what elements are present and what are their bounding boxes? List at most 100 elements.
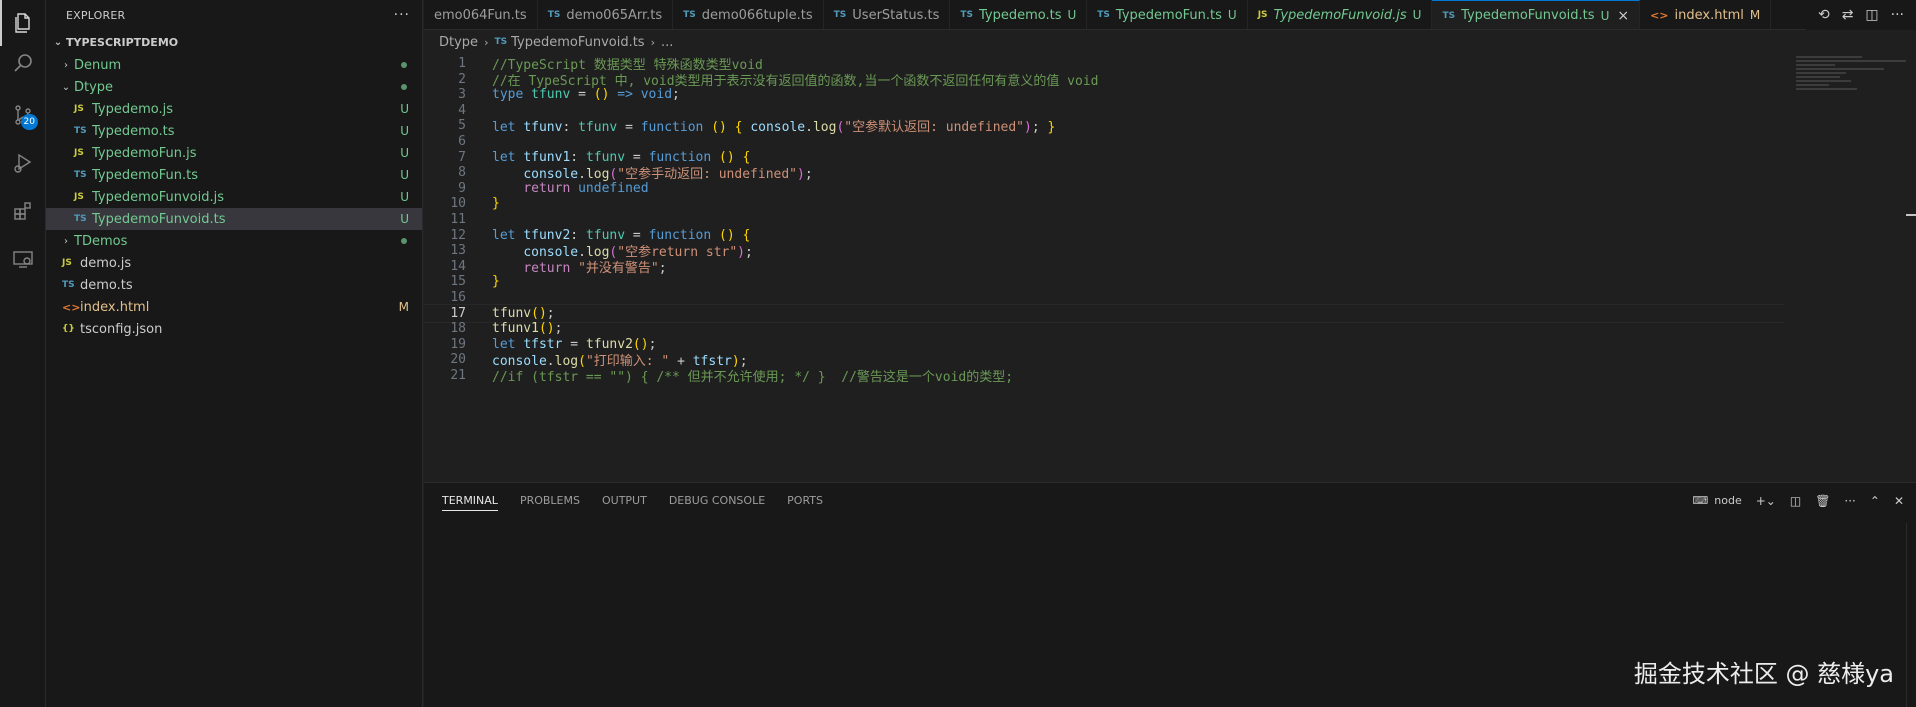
- activity-bar: 20: [0, 0, 46, 707]
- scrollbar-cursor-marker: [1906, 214, 1916, 216]
- js-file-icon: JS: [62, 258, 72, 268]
- tab-label: TypedemoFunvoid.ts: [1461, 8, 1595, 23]
- code-editor[interactable]: 1//TypeScript 数据类型 特殊函数类型void 2//在 TypeSc…: [424, 54, 1916, 482]
- extensions-icon[interactable]: [0, 188, 46, 234]
- maximize-panel-icon[interactable]: ⌃: [1870, 494, 1880, 508]
- tree-item-label: demo.ts: [80, 277, 133, 293]
- modified-dot: [401, 84, 407, 90]
- terminal-name: node: [1714, 494, 1742, 507]
- close-panel-icon[interactable]: ✕: [1894, 494, 1904, 508]
- breadcrumb-file[interactable]: TypedemoFunvoid.ts: [511, 35, 645, 50]
- panel-tab-ports[interactable]: PORTS: [787, 486, 823, 515]
- more-icon[interactable]: ···: [1844, 494, 1855, 508]
- source-control-icon[interactable]: 20: [0, 92, 46, 138]
- breadcrumb: Dtype › TS TypedemoFunvoid.ts › ...: [424, 30, 1916, 54]
- editor-tab[interactable]: <> index.html M: [1640, 0, 1772, 29]
- editor-tab[interactable]: JS TypedemoFunvoid.js U: [1248, 0, 1433, 29]
- more-icon[interactable]: ···: [1891, 7, 1904, 23]
- tab-label: emo064Fun.ts: [434, 7, 527, 23]
- tab-git-status: M: [1749, 8, 1761, 22]
- source-control-badge: 20: [20, 114, 38, 130]
- tree-item-label: tsconfig.json: [80, 321, 163, 337]
- tree-item-label: Denum: [74, 57, 122, 73]
- breadcrumb-folder[interactable]: Dtype: [439, 35, 478, 50]
- ts-file-icon: TS: [62, 280, 75, 290]
- panel-tab-debug-console[interactable]: DEBUG CONSOLE: [669, 486, 765, 515]
- minimap[interactable]: [1796, 54, 1906, 114]
- ts-file-icon: TS: [833, 10, 847, 20]
- code-token: //if (tfstr == "") { /** 但并不允许使用; */ } /…: [492, 370, 1014, 385]
- tree-file[interactable]: JS Typedemo.js U: [46, 98, 422, 120]
- html-file-icon: <>: [62, 300, 81, 314]
- tree-folder[interactable]: ⌄ Dtype: [46, 76, 422, 98]
- new-terminal-icon[interactable]: +⌄: [1756, 494, 1776, 508]
- tab-label: demo066tuple.ts: [701, 7, 813, 23]
- html-file-icon: <>: [1650, 8, 1669, 22]
- git-status-badge: U: [400, 190, 409, 204]
- file-tree: › Denum ⌄ Dtype JS Typedemo.js U TS Typedemo.ts U…: [46, 54, 422, 340]
- explorer-title: EXPLORER: [66, 8, 126, 22]
- workspace-section[interactable]: ⌄ TYPESCRIPTDEMO: [46, 30, 422, 54]
- editor-tab[interactable]: TS TypedemoFun.ts U: [1087, 0, 1248, 29]
- tree-file[interactable]: JS TypedemoFunvoid.js U: [46, 186, 422, 208]
- terminal-selector[interactable]: ⌨ node: [1692, 494, 1741, 507]
- editor-tab[interactable]: TS TypedemoFunvoid.ts U ×: [1432, 0, 1641, 29]
- ts-file-icon: TS: [494, 37, 508, 47]
- workspace-name: TYPESCRIPTDEMO: [66, 35, 179, 49]
- tree-item-label: TypedemoFunvoid.js: [92, 189, 224, 205]
- tree-folder[interactable]: › Denum: [46, 54, 422, 76]
- code-line[interactable]: 21 //if (tfstr == "") { /** 但并不允许使用; */ }…: [424, 366, 1784, 385]
- tree-folder[interactable]: › TDemos: [46, 230, 422, 252]
- tree-file[interactable]: JS demo.js: [46, 252, 422, 274]
- tab-label: TypedemoFun.ts: [1115, 7, 1222, 23]
- ts-file-icon: TS: [74, 214, 87, 224]
- tree-file[interactable]: TS Typedemo.ts U: [46, 120, 422, 142]
- editor-tab[interactable]: TS demo066tuple.ts: [673, 0, 824, 29]
- terminal-icon: ⌨: [1692, 494, 1709, 507]
- chevron-right-icon: ›: [64, 235, 68, 247]
- editor-tab[interactable]: TS UserStatus.ts: [824, 0, 951, 29]
- ts-file-icon: TS: [74, 170, 87, 180]
- split-terminal-icon[interactable]: ◫: [1790, 494, 1801, 508]
- tree-file[interactable]: TS TypedemoFunvoid.ts U: [46, 208, 422, 230]
- run-debug-icon[interactable]: [0, 140, 46, 186]
- tree-file[interactable]: TS TypedemoFun.ts U: [46, 164, 422, 186]
- git-status-badge: U: [400, 102, 409, 116]
- js-file-icon: JS: [74, 192, 84, 202]
- tab-git-status: U: [1067, 8, 1077, 22]
- modified-dot: [401, 238, 407, 244]
- tree-item-label: Dtype: [74, 79, 114, 95]
- editor-tab[interactable]: TS demo065Arr.ts: [538, 0, 674, 29]
- search-icon[interactable]: [0, 40, 46, 86]
- ts-file-icon: TS: [683, 10, 696, 20]
- panel-tab-terminal[interactable]: TERMINAL: [442, 486, 498, 515]
- timeline-icon[interactable]: ⟲: [1818, 7, 1830, 23]
- panel-tab-problems[interactable]: PROBLEMS: [520, 486, 580, 515]
- editor-tab[interactable]: emo064Fun.ts: [424, 0, 538, 29]
- tree-item-label: TypedemoFun.js: [92, 145, 197, 161]
- compare-icon[interactable]: ⇄: [1842, 7, 1854, 23]
- close-icon[interactable]: ×: [1617, 8, 1629, 24]
- explorer-sidebar: EXPLORER ··· ⌄ TYPESCRIPTDEMO › Denum ⌄ Dty…: [46, 0, 423, 707]
- js-file-icon: JS: [74, 104, 84, 114]
- tab-label: index.html: [1674, 7, 1744, 23]
- tree-item-label: index.html: [80, 299, 150, 315]
- chevron-down-icon: ⌄: [53, 36, 63, 48]
- breadcrumb-more[interactable]: ...: [661, 35, 673, 50]
- terminal-scrollbar[interactable]: [1906, 523, 1916, 707]
- tree-file[interactable]: <> index.html M: [46, 296, 422, 318]
- panel-tab-output[interactable]: OUTPUT: [602, 486, 647, 515]
- watermark: 掘金技术社区 @ 慈様ya: [1633, 660, 1894, 688]
- remote-explorer-icon[interactable]: [0, 236, 46, 282]
- tree-file[interactable]: {} tsconfig.json: [46, 318, 422, 340]
- tree-item-label: Typedemo.ts: [92, 123, 175, 139]
- editor-tab[interactable]: TS Typedemo.ts U: [950, 0, 1088, 29]
- trash-icon[interactable]: 🗑: [1815, 494, 1830, 508]
- split-editor-icon[interactable]: ◫: [1865, 7, 1878, 23]
- line-number: 21: [450, 368, 466, 383]
- code-text: //if (tfstr == "") { /** 但并不允许使用; */ } /…: [492, 366, 1013, 385]
- tree-file[interactable]: JS TypedemoFun.js U: [46, 142, 422, 164]
- tree-item-label: Typedemo.js: [92, 101, 174, 117]
- tree-file[interactable]: TS demo.ts: [46, 274, 422, 296]
- more-actions-icon[interactable]: ···: [394, 7, 410, 23]
